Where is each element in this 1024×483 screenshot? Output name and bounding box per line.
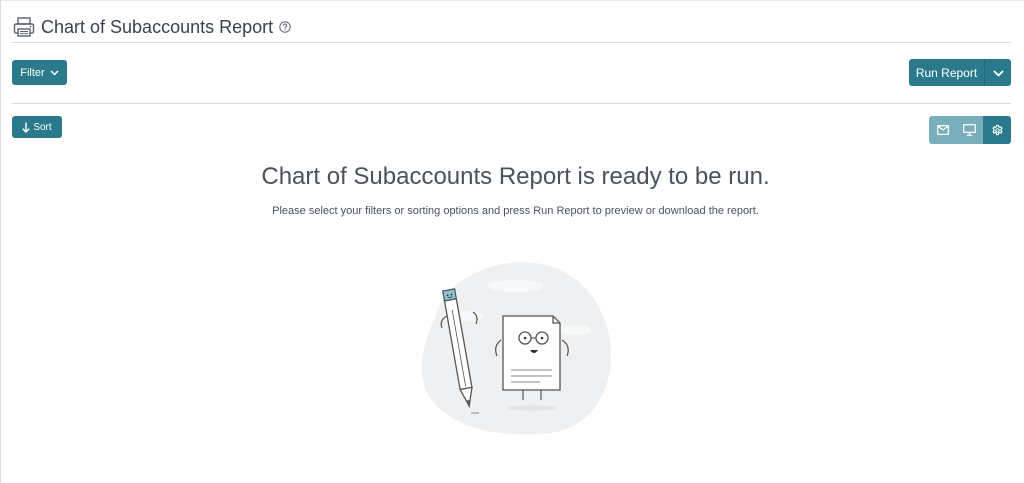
arrow-down-icon [22, 122, 31, 133]
window-left-border [0, 0, 1, 483]
run-report-button[interactable]: Run Report [909, 59, 985, 86]
filter-button-label: Filter [20, 66, 45, 79]
output-toolbar [929, 116, 1011, 144]
header-divider [12, 42, 1011, 43]
settings-button[interactable] [983, 116, 1011, 144]
filter-button[interactable]: Filter [12, 60, 67, 85]
sort-button-label: Sort [33, 121, 52, 133]
sort-button[interactable]: Sort [12, 116, 62, 138]
empty-state-subtitle: Please select your filters or sorting op… [272, 205, 759, 217]
mail-icon [936, 125, 949, 135]
chevron-down-icon [50, 67, 59, 79]
page-title: Chart of Subaccounts Report [41, 16, 274, 37]
page-header: Chart of Subaccounts Report [12, 14, 291, 40]
help-circle-icon[interactable] [279, 21, 291, 33]
chevron-down-icon [992, 64, 1004, 82]
ready-illustration [415, 258, 615, 438]
run-report-button-group: Run Report [909, 59, 1011, 86]
run-report-dropdown-button[interactable] [985, 59, 1011, 86]
gear-icon [991, 124, 1003, 135]
empty-state-title: Chart of Subaccounts Report is ready to … [261, 163, 770, 190]
printer-icon [12, 15, 36, 39]
run-report-label: Run Report [915, 65, 978, 80]
filter-divider [12, 103, 1011, 104]
window-top-border [0, 0, 1024, 1]
screen-output-button[interactable] [956, 116, 983, 144]
monitor-icon [963, 124, 976, 136]
email-output-button[interactable] [929, 116, 956, 144]
